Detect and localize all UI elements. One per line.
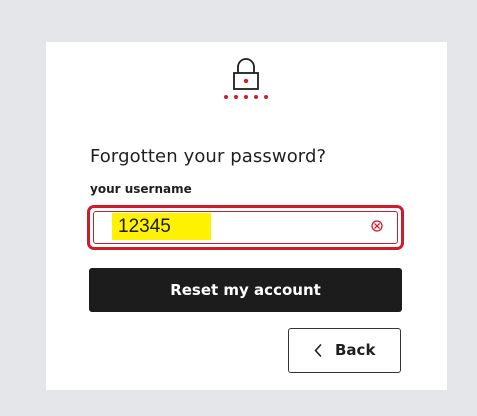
back-button-label: Back <box>335 341 376 359</box>
page-background: Forgotten your password? your username 1… <box>0 0 477 416</box>
page-title: Forgotten your password? <box>90 146 327 167</box>
username-input[interactable]: 12345 <box>87 205 404 250</box>
lock-icon <box>222 56 270 102</box>
username-label: your username <box>90 182 192 196</box>
reset-account-button[interactable]: Reset my account <box>89 268 402 312</box>
reset-password-card: Forgotten your password? your username 1… <box>46 42 447 390</box>
clear-icon[interactable] <box>371 220 383 232</box>
username-input-value: 12345 <box>112 213 211 240</box>
chevron-left-icon <box>314 344 322 357</box>
back-button[interactable]: Back <box>288 328 401 373</box>
